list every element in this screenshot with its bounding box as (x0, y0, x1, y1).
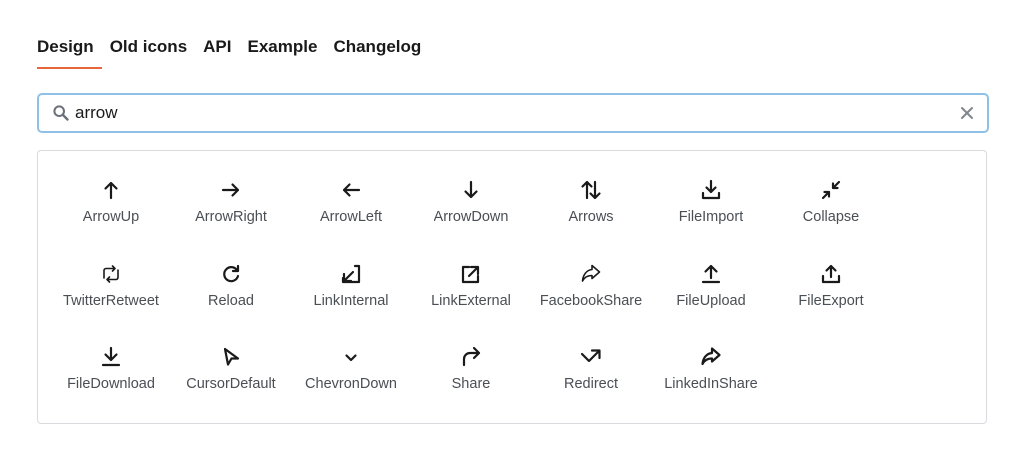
redirect-icon (580, 349, 601, 363)
file-upload-icon (701, 264, 721, 283)
share-icon (462, 346, 481, 367)
reload-icon (223, 264, 240, 282)
arrow-down-icon (464, 180, 478, 199)
icon-tile-filedownload[interactable]: FileDownload (51, 336, 171, 420)
icon-label: LinkInternal (313, 292, 389, 309)
tab-bar: Design Old icons API Example Changelog (37, 36, 429, 69)
icon-tile-arrowright[interactable]: ArrowRight (171, 169, 291, 253)
icon-label: FileImport (678, 209, 744, 225)
tab-design[interactable]: Design (37, 36, 102, 69)
icon-tile-fileupload[interactable]: FileUpload (651, 253, 771, 337)
icon-tile-facebookshare[interactable]: FacebookShare (531, 253, 651, 337)
file-export-icon (821, 264, 841, 283)
icon-label: Reload (208, 292, 254, 309)
collapse-icon (821, 180, 841, 200)
icon-tile-arrowup[interactable]: ArrowUp (51, 169, 171, 253)
icon-label: Redirect (564, 376, 618, 392)
arrow-left-icon (342, 183, 361, 197)
search-box (37, 93, 989, 133)
icon-label: Arrows (568, 209, 614, 225)
icon-tile-linkinternal[interactable]: LinkInternal (291, 253, 411, 337)
tab-example[interactable]: Example (240, 36, 326, 69)
link-external-icon (461, 265, 480, 283)
icon-tile-fileimport[interactable]: FileImport (651, 169, 771, 253)
search-input[interactable] (75, 95, 945, 131)
icon-tile-cursordefault[interactable]: CursorDefault (171, 336, 291, 420)
icon-label: FileUpload (676, 292, 746, 309)
icon-label: LinkedInShare (664, 376, 758, 392)
tab-changelog[interactable]: Changelog (325, 36, 429, 69)
linkedin-share-icon (701, 347, 721, 366)
arrow-up-icon (104, 181, 118, 200)
icon-tile-twitterretweet[interactable]: TwitterRetweet (51, 253, 171, 337)
icon-tile-fileexport[interactable]: FileExport (771, 253, 891, 337)
cursor-default-icon (223, 347, 240, 366)
icon-tile-collapse[interactable]: Collapse (771, 169, 891, 253)
icon-tile-arrowdown[interactable]: ArrowDown (411, 169, 531, 253)
icon-grid: ArrowUp ArrowRight ArrowLeft ArrowDown A (51, 169, 891, 420)
link-internal-icon (341, 264, 361, 283)
icon-tile-reload[interactable]: Reload (171, 253, 291, 337)
arrow-right-icon (221, 183, 240, 197)
icon-tile-linkexternal[interactable]: LinkExternal (411, 253, 531, 337)
file-download-icon (101, 346, 121, 367)
arrows-icon (581, 180, 601, 200)
icon-label: ArrowUp (82, 209, 140, 225)
icon-results-panel: ArrowUp ArrowRight ArrowLeft ArrowDown A (37, 150, 987, 424)
icon-label: LinkExternal (431, 292, 511, 309)
twitter-retweet-icon (103, 264, 119, 283)
icon-label: FileExport (798, 292, 864, 309)
icon-label: CursorDefault (186, 376, 276, 392)
icon-label: Collapse (802, 209, 860, 225)
icon-tile-share[interactable]: Share (411, 336, 531, 420)
icon-label: FileDownload (67, 376, 155, 392)
icon-tile-arrows[interactable]: Arrows (531, 169, 651, 253)
icon-label: FacebookShare (539, 292, 643, 309)
facebook-share-icon (581, 264, 601, 282)
icon-tile-redirect[interactable]: Redirect (531, 336, 651, 420)
search-icon (53, 105, 69, 121)
tab-api[interactable]: API (195, 36, 239, 69)
file-import-icon (701, 179, 721, 200)
icon-label: ArrowRight (195, 209, 267, 225)
icon-label: ArrowDown (433, 209, 509, 225)
close-icon[interactable] (959, 105, 975, 121)
icon-label: Share (451, 376, 491, 392)
icon-tile-linkedinshare[interactable]: LinkedInShare (651, 336, 771, 420)
icon-label: ChevronDown (305, 376, 397, 392)
chevron-down-icon (345, 354, 357, 362)
icon-label: TwitterRetweet (63, 292, 159, 309)
icon-tile-chevrondown[interactable]: ChevronDown (291, 336, 411, 420)
icon-label: ArrowLeft (319, 209, 383, 225)
icon-tile-arrowleft[interactable]: ArrowLeft (291, 169, 411, 253)
tab-old-icons[interactable]: Old icons (102, 36, 195, 69)
